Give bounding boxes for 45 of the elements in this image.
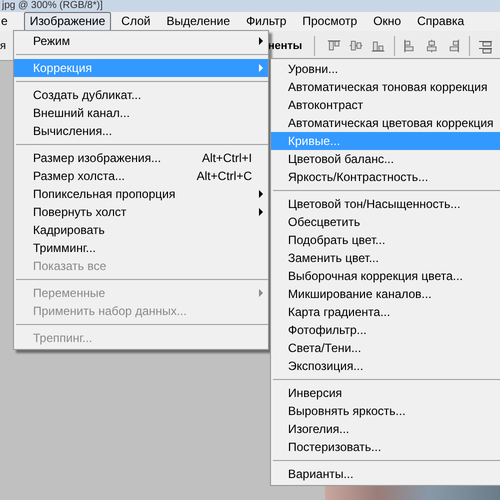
menu-item[interactable]: Вычисления... <box>14 122 268 140</box>
menu-item[interactable]: Внешний канал... <box>14 104 268 122</box>
menu-item[interactable]: Размер холста... Alt+Ctrl+C <box>14 167 268 185</box>
shortcut-text: Alt+Ctrl+I <box>202 151 252 165</box>
menu-item[interactable]: Повернуть холст <box>14 203 268 221</box>
menu-bar-item[interactable]: Изображение <box>24 12 112 31</box>
menu-bar-item[interactable]: Справка <box>411 12 470 31</box>
menu-item[interactable]: Инверсия <box>271 384 500 402</box>
align-center-icon[interactable] <box>424 36 439 54</box>
menu-item[interactable]: Создать дубликат... <box>14 86 268 104</box>
menu-item[interactable]: Автоматическая цветовая коррекция <box>271 114 500 132</box>
menu-item[interactable]: Выровнять яркость... <box>271 402 500 420</box>
menu-item[interactable]: Карта градиента... <box>271 303 500 321</box>
menu-item[interactable]: Изогелия... <box>271 420 500 438</box>
menu-item[interactable]: Попиксельная пропорция <box>14 185 268 203</box>
menu-item[interactable]: Уровни... <box>271 60 500 78</box>
menu-item[interactable]: Подобрать цвет... <box>271 231 500 249</box>
menu-item[interactable]: Экспозиция... <box>271 357 500 375</box>
menu-bar-item[interactable]: Просмотр <box>296 12 364 31</box>
menu-item[interactable]: Автоконтраст <box>271 96 500 114</box>
menu-item[interactable]: Фотофильтр... <box>271 321 500 339</box>
menu-item[interactable]: Автоматическая тоновая коррекция <box>271 78 500 96</box>
menu-bar-item[interactable]: е <box>0 12 14 31</box>
menu-item[interactable]: Выборочная коррекция цвета... <box>271 267 500 285</box>
menu-item[interactable]: Режим <box>14 32 268 50</box>
menu-bar-item[interactable]: Фильтр <box>240 12 292 31</box>
toolbar-label: я <box>0 40 6 52</box>
menu-item[interactable]: Яркость/Контрастность... <box>271 168 500 186</box>
menu-bar-item[interactable]: Окно <box>367 12 408 31</box>
menu-item[interactable]: Обесцветить <box>271 213 500 231</box>
menu-item[interactable]: Тримминг... <box>14 239 268 257</box>
menu-item[interactable]: Заменить цвет... <box>271 249 500 267</box>
menu-item[interactable]: Варианты... <box>271 465 500 483</box>
window-title: jpg @ 300% (RGB/8*)] <box>0 0 103 12</box>
menu-bar-item[interactable]: Слой <box>115 12 156 31</box>
menu-item[interactable]: Цветовой баланс... <box>271 150 500 168</box>
menu-item[interactable]: Света/Тени... <box>271 339 500 357</box>
menu-item[interactable]: Кадрировать <box>14 221 268 239</box>
menu-item[interactable]: Цветовой тон/Насыщенность... <box>271 195 500 213</box>
menu-bar-item[interactable]: Выделение <box>160 12 236 31</box>
menu-item[interactable]: Микширование каналов... <box>271 285 500 303</box>
menu-item[interactable]: Размер изображения... Alt+Ctrl+I <box>14 149 268 167</box>
menu-item[interactable]: Постеризовать... <box>271 438 500 456</box>
toolbar-label: ненты <box>268 40 302 52</box>
shortcut-text: Alt+Ctrl+C <box>196 169 252 183</box>
